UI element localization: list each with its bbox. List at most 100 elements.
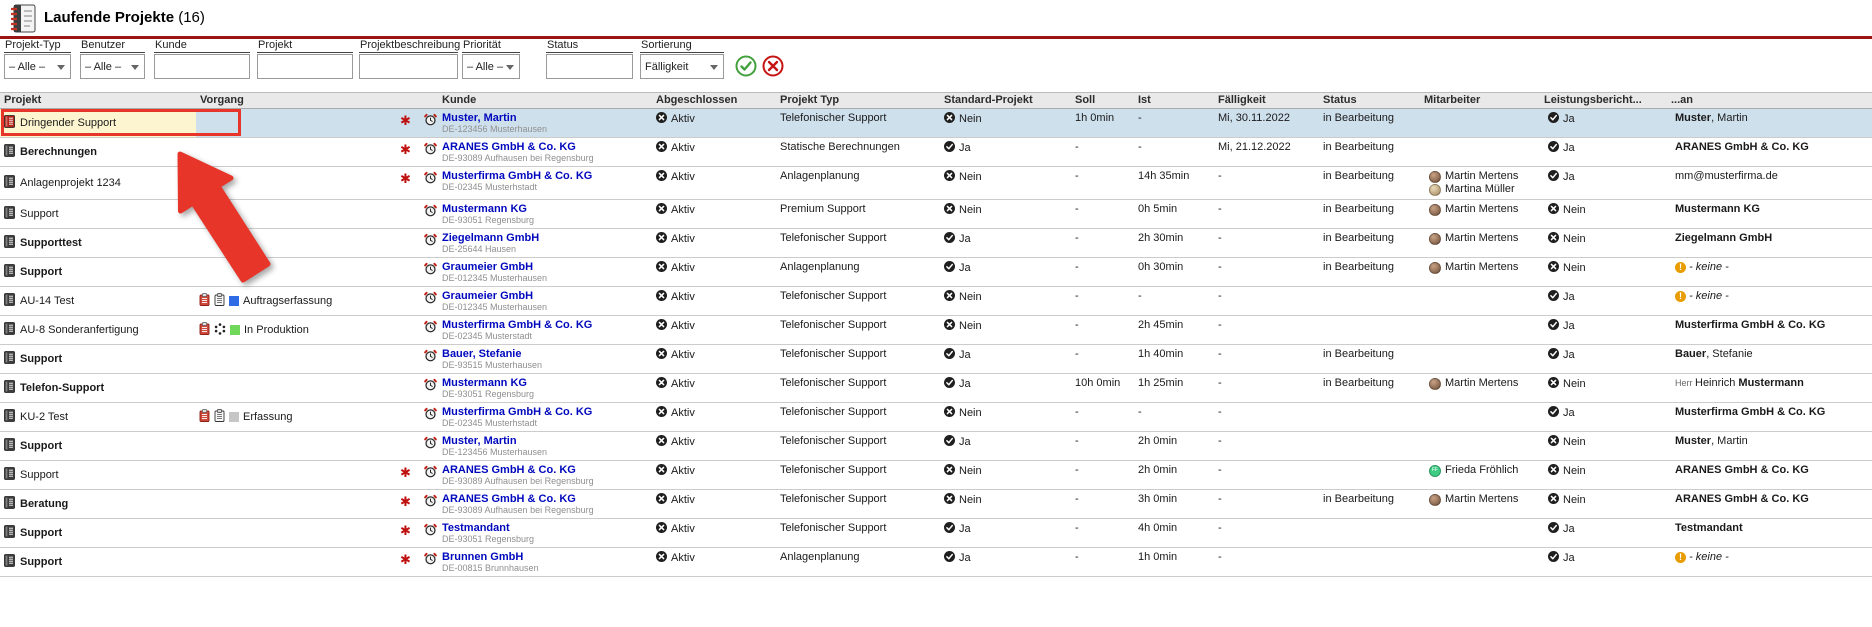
vorgang-cell[interactable]: In Produktion xyxy=(196,316,396,344)
alarm-clock-icon xyxy=(424,494,437,510)
customer-link[interactable]: Mustermann KG xyxy=(442,377,527,389)
table-header: ProjektVorgang KundeAbgeschlossenProjekt … xyxy=(0,92,1872,109)
project-cell[interactable]: Support xyxy=(0,461,196,489)
customer-link[interactable]: Testmandant xyxy=(442,522,510,534)
table-row[interactable]: Berechnungen✱ARANES GmbH & Co. KGDE-9308… xyxy=(0,138,1872,167)
project-cell[interactable]: Support xyxy=(0,519,196,547)
standard-text: Ja xyxy=(959,262,971,274)
benutzer-select[interactable]: – Alle – xyxy=(80,54,145,79)
customer-cell[interactable]: Musterfirma GmbH & Co. KGDE-02345 Muster… xyxy=(420,316,652,344)
customer-link[interactable]: Muster, Martin xyxy=(442,435,517,447)
projektbeschreibung-input[interactable] xyxy=(359,54,458,79)
customer-link[interactable]: Musterfirma GmbH & Co. KG xyxy=(442,406,592,418)
table-row[interactable]: Dringender Support✱Muster, MartinDE-1234… xyxy=(0,109,1872,138)
customer-cell[interactable]: Musterfirma GmbH & Co. KGDE-02345 Muster… xyxy=(420,403,652,431)
project-cell[interactable]: Support xyxy=(0,345,196,373)
customer-link[interactable]: Graumeier GmbH xyxy=(442,290,533,302)
customer-cell[interactable]: Muster, MartinDE-123456 Musterhausen xyxy=(420,109,652,137)
customer-cell[interactable]: Ziegelmann GmbHDE-25644 Hausen xyxy=(420,229,652,257)
table-row[interactable]: Support Muster, MartinDE-123456 Musterhau… xyxy=(0,432,1872,461)
column-header[interactable]: Vorgang xyxy=(196,93,396,108)
customer-link[interactable]: Muster, Martin xyxy=(442,112,517,124)
customer-cell[interactable]: ARANES GmbH & Co. KGDE-93089 Aufhausen b… xyxy=(420,461,652,489)
project-cell[interactable]: Support xyxy=(0,548,196,576)
column-header[interactable]: Soll xyxy=(1071,93,1134,108)
customer-link[interactable]: Musterfirma GmbH & Co. KG xyxy=(442,319,592,331)
apply-filter-button[interactable] xyxy=(735,55,757,77)
column-header[interactable]: Projekt xyxy=(0,93,196,108)
column-header[interactable]: Leistungsbericht... xyxy=(1540,93,1667,108)
customer-cell[interactable]: Bauer, StefanieDE-93515 Musterhausen xyxy=(420,345,652,373)
table-row[interactable]: Anlagenprojekt 1234✱Musterfirma GmbH & C… xyxy=(0,167,1872,200)
customer-link[interactable]: Bauer, Stefanie xyxy=(442,348,521,360)
column-header[interactable]: ...an xyxy=(1667,93,1872,108)
mitarbeiter-cell xyxy=(1420,316,1540,344)
column-header[interactable]: Abgeschlossen xyxy=(652,93,776,108)
customer-cell[interactable]: TestmandantDE-93051 Regensburg xyxy=(420,519,652,547)
column-header[interactable] xyxy=(396,93,420,108)
kunde-input[interactable] xyxy=(154,54,250,79)
vorgang-cell[interactable]: Auftragserfassung xyxy=(196,287,396,315)
table-row[interactable]: Support Bauer, StefanieDE-93515 Musterhau… xyxy=(0,345,1872,374)
column-header[interactable]: Status xyxy=(1319,93,1420,108)
sortierung-select[interactable]: Fälligkeit xyxy=(640,54,724,79)
table-row[interactable]: AU-8 SonderanfertigungIn Produktion Muste… xyxy=(0,316,1872,345)
table-row[interactable]: AU-14 TestAuftragserfassung Graumeier Gmb… xyxy=(0,287,1872,316)
table-row[interactable]: Beratung✱ARANES GmbH & Co. KGDE-93089 Au… xyxy=(0,490,1872,519)
customer-link[interactable]: Graumeier GmbH xyxy=(442,261,533,273)
project-cell[interactable]: AU-14 Test xyxy=(0,287,196,315)
project-cell[interactable]: Support xyxy=(0,432,196,460)
customer-cell[interactable]: Graumeier GmbHDE-012345 Musterhausen xyxy=(420,287,652,315)
table-row[interactable]: Support✱Brunnen GmbHDE-00815 Brunnhausen… xyxy=(0,548,1872,577)
customer-link[interactable]: ARANES GmbH & Co. KG xyxy=(442,493,576,505)
project-cell[interactable]: Dringender Support xyxy=(0,109,196,137)
column-header[interactable]: Kunde xyxy=(420,93,652,108)
customer-cell[interactable]: Muster, MartinDE-123456 Musterhausen xyxy=(420,432,652,460)
status-input[interactable] xyxy=(546,54,633,79)
alarm-clock-icon xyxy=(424,523,437,539)
column-header[interactable]: Ist xyxy=(1134,93,1214,108)
table-row[interactable]: Support✱TestmandantDE-93051 RegensburgAk… xyxy=(0,519,1872,548)
project-cell[interactable]: AU-8 Sonderanfertigung xyxy=(0,316,196,344)
customer-link[interactable]: Musterfirma GmbH & Co. KG xyxy=(442,170,592,182)
project-cell[interactable]: Telefon-Support xyxy=(0,374,196,402)
customer-link[interactable]: Brunnen GmbH xyxy=(442,551,523,563)
customer-link[interactable]: Ziegelmann GmbH xyxy=(442,232,539,244)
mitarbeiter-name: Frieda Fröhlich xyxy=(1445,464,1518,477)
customer-sub: DE-93515 Musterhausen xyxy=(442,360,542,370)
customer-cell[interactable]: Brunnen GmbHDE-00815 Brunnhausen xyxy=(420,548,652,576)
table-row[interactable]: Telefon-Support Mustermann KGDE-93051 Reg… xyxy=(0,374,1872,403)
project-cell[interactable]: Supporttest xyxy=(0,229,196,257)
standard-project-cell: Ja xyxy=(940,374,1071,402)
projekt-input[interactable] xyxy=(257,54,353,79)
project-cell[interactable]: Beratung xyxy=(0,490,196,518)
column-header[interactable]: Mitarbeiter xyxy=(1420,93,1540,108)
table-row[interactable]: Support✱ARANES GmbH & Co. KGDE-93089 Auf… xyxy=(0,461,1872,490)
project-cell[interactable]: Berechnungen xyxy=(0,138,196,166)
customer-cell[interactable]: Musterfirma GmbH & Co. KGDE-02345 Muster… xyxy=(420,167,652,199)
column-header[interactable]: Fälligkeit xyxy=(1214,93,1319,108)
customer-cell[interactable]: ARANES GmbH & Co. KGDE-93089 Aufhausen b… xyxy=(420,490,652,518)
vorgang-cell[interactable]: Erfassung xyxy=(196,403,396,431)
customer-link[interactable]: Mustermann KG xyxy=(442,203,527,215)
customer-cell[interactable]: Graumeier GmbHDE-012345 Musterhausen xyxy=(420,258,652,286)
table-row[interactable]: SupportMustermann KGDE-93051 RegensburgA… xyxy=(0,200,1872,229)
project-cell[interactable]: KU-2 Test xyxy=(0,403,196,431)
reset-filter-button[interactable] xyxy=(762,55,784,77)
project-cell[interactable]: Anlagenprojekt 1234 xyxy=(0,167,196,199)
customer-cell[interactable]: Mustermann KGDE-93051 Regensburg xyxy=(420,374,652,402)
customer-cell[interactable]: ARANES GmbH & Co. KGDE-93089 Aufhausen b… xyxy=(420,138,652,166)
customer-link[interactable]: ARANES GmbH & Co. KG xyxy=(442,141,576,153)
table-row[interactable]: KU-2 TestErfassung Musterfirma GmbH & Co.… xyxy=(0,403,1872,432)
project-cell[interactable]: Support xyxy=(0,258,196,286)
customer-cell[interactable]: Mustermann KGDE-93051 Regensburg xyxy=(420,200,652,228)
projekt-typ-select[interactable]: – Alle – xyxy=(4,54,71,79)
customer-link[interactable]: ARANES GmbH & Co. KG xyxy=(442,464,576,476)
customer-sub: DE-012345 Musterhausen xyxy=(442,302,547,312)
project-cell[interactable]: Support xyxy=(0,200,196,228)
column-header[interactable]: Standard-Projekt xyxy=(940,93,1071,108)
prioritaet-select[interactable]: – Alle – xyxy=(462,54,520,79)
table-row[interactable]: Supporttest Ziegelmann GmbHDE-25644 Hause… xyxy=(0,229,1872,258)
table-row[interactable]: Support Graumeier GmbHDE-012345 Musterhau… xyxy=(0,258,1872,287)
column-header[interactable]: Projekt Typ xyxy=(776,93,940,108)
